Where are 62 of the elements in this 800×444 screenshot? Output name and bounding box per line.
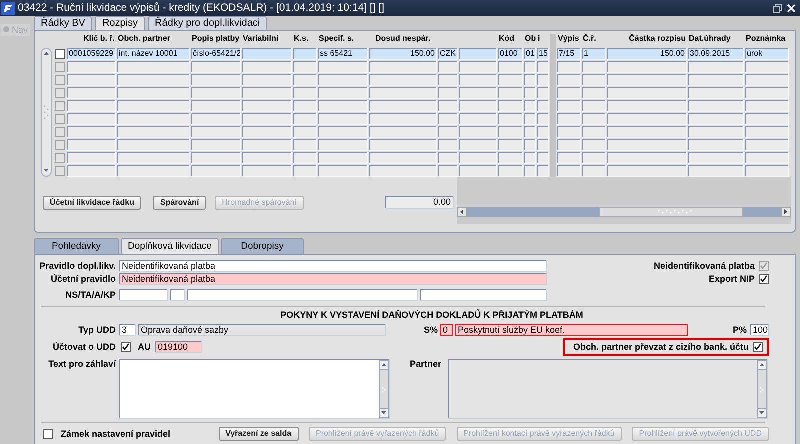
text-field[interactable]: 3 bbox=[119, 324, 136, 336]
tab[interactable]: Rozpisy bbox=[95, 16, 146, 30]
column-header: K.s. bbox=[293, 34, 310, 45]
column-header: Poznámka bbox=[745, 34, 787, 45]
text-field[interactable]: Neidentifikovaná platba bbox=[119, 273, 547, 285]
field-label: NS/TA/A/KP bbox=[64, 290, 116, 300]
column-header: Č.ř. bbox=[582, 34, 598, 45]
action-button[interactable]: Spárování bbox=[153, 196, 206, 210]
action-button[interactable]: Účetní likvidace řádku bbox=[43, 196, 142, 210]
field-label: Účetní pravidlo bbox=[50, 274, 116, 284]
text-field[interactable]: 0 bbox=[440, 324, 453, 336]
column-header: Částka rozpisu bbox=[628, 34, 687, 45]
tab[interactable]: Dobropisy bbox=[220, 238, 304, 254]
field-label: Obch. partner převzat z cizího bank. účtu bbox=[573, 342, 749, 352]
table-cell: ss 65421 bbox=[318, 48, 368, 60]
table-cell: 15 bbox=[537, 48, 549, 60]
action-button[interactable]: Vyřazení ze salda bbox=[218, 427, 299, 441]
tab[interactable]: Řádky pro dopl.likvidaci bbox=[148, 16, 268, 30]
table-cell: úrok bbox=[745, 48, 789, 60]
tab[interactable]: Doplňková likvidace bbox=[121, 238, 219, 254]
column-header: Výpis bbox=[557, 34, 580, 45]
field-label: Text pro záhlaví bbox=[48, 359, 116, 369]
column-header: i bbox=[537, 34, 542, 45]
column-header: Popis platby bbox=[191, 34, 241, 45]
field-label: Typ UDD bbox=[78, 325, 116, 335]
table-cell: 01 bbox=[524, 48, 536, 60]
field-label: Partner bbox=[410, 359, 442, 369]
table-cell: 150.00 bbox=[607, 48, 687, 60]
field-label: Export NIP bbox=[708, 274, 755, 284]
table-cell: 7/15 bbox=[557, 48, 581, 60]
total-field[interactable]: 0.00 bbox=[385, 196, 454, 209]
field-label: AU bbox=[138, 342, 151, 352]
field-label: Zámek nastavení pravidel bbox=[61, 429, 171, 439]
column-header: Variabilní bbox=[242, 34, 280, 45]
text-field[interactable]: 019100 bbox=[155, 340, 202, 352]
column-header: Specif. s. bbox=[318, 34, 356, 45]
column-header: Kód bbox=[498, 34, 516, 45]
tab[interactable]: Řádky BV bbox=[34, 16, 92, 30]
text-field[interactable]: Neidentifikovaná platba bbox=[119, 260, 547, 272]
window-title: 03422 - Ruční likvidace výpisů - kredity (EKODSALR) - [01.04.2019; 10:14] [] [] bbox=[18, 2, 386, 14]
table-cell: 150.00 bbox=[369, 48, 437, 60]
table-cell: int. název 10001 bbox=[117, 48, 190, 60]
field-label: P% bbox=[732, 325, 747, 335]
table-cell: 0001059229 bbox=[67, 48, 116, 60]
tab[interactable]: Pohledávky bbox=[34, 238, 119, 254]
text-field[interactable]: Poskytnutí služby EU koef. bbox=[455, 324, 688, 336]
table-cell: CZK bbox=[438, 48, 458, 60]
field-label: Účtovat o UDD bbox=[52, 342, 116, 352]
column-header: Dosud nespár. bbox=[374, 34, 432, 45]
text-field[interactable]: Oprava daňové sazby bbox=[138, 324, 386, 336]
table-cell: 0100 bbox=[498, 48, 523, 60]
column-header: Obch. partner bbox=[117, 34, 172, 45]
column-header: Ob bbox=[524, 34, 536, 45]
table-cell: 30.09.2015 bbox=[688, 48, 744, 60]
section-title: POKYNY K VYSTAVENÍ DAŇOVÝCH DOKLADŮ K PŘIJATÝM PLATBÁM bbox=[280, 310, 584, 320]
field-label: Neidentifikovaná platba bbox=[654, 261, 755, 271]
column-header: Klíč b. ř. bbox=[82, 34, 116, 45]
table-cell: 1 bbox=[582, 48, 606, 60]
field-label: S% bbox=[422, 325, 438, 335]
text-field[interactable]: 100 bbox=[750, 324, 769, 336]
field-label: Pravidlo dopl.likv. bbox=[38, 261, 116, 271]
column-header: Dat.úhrady bbox=[688, 34, 732, 45]
